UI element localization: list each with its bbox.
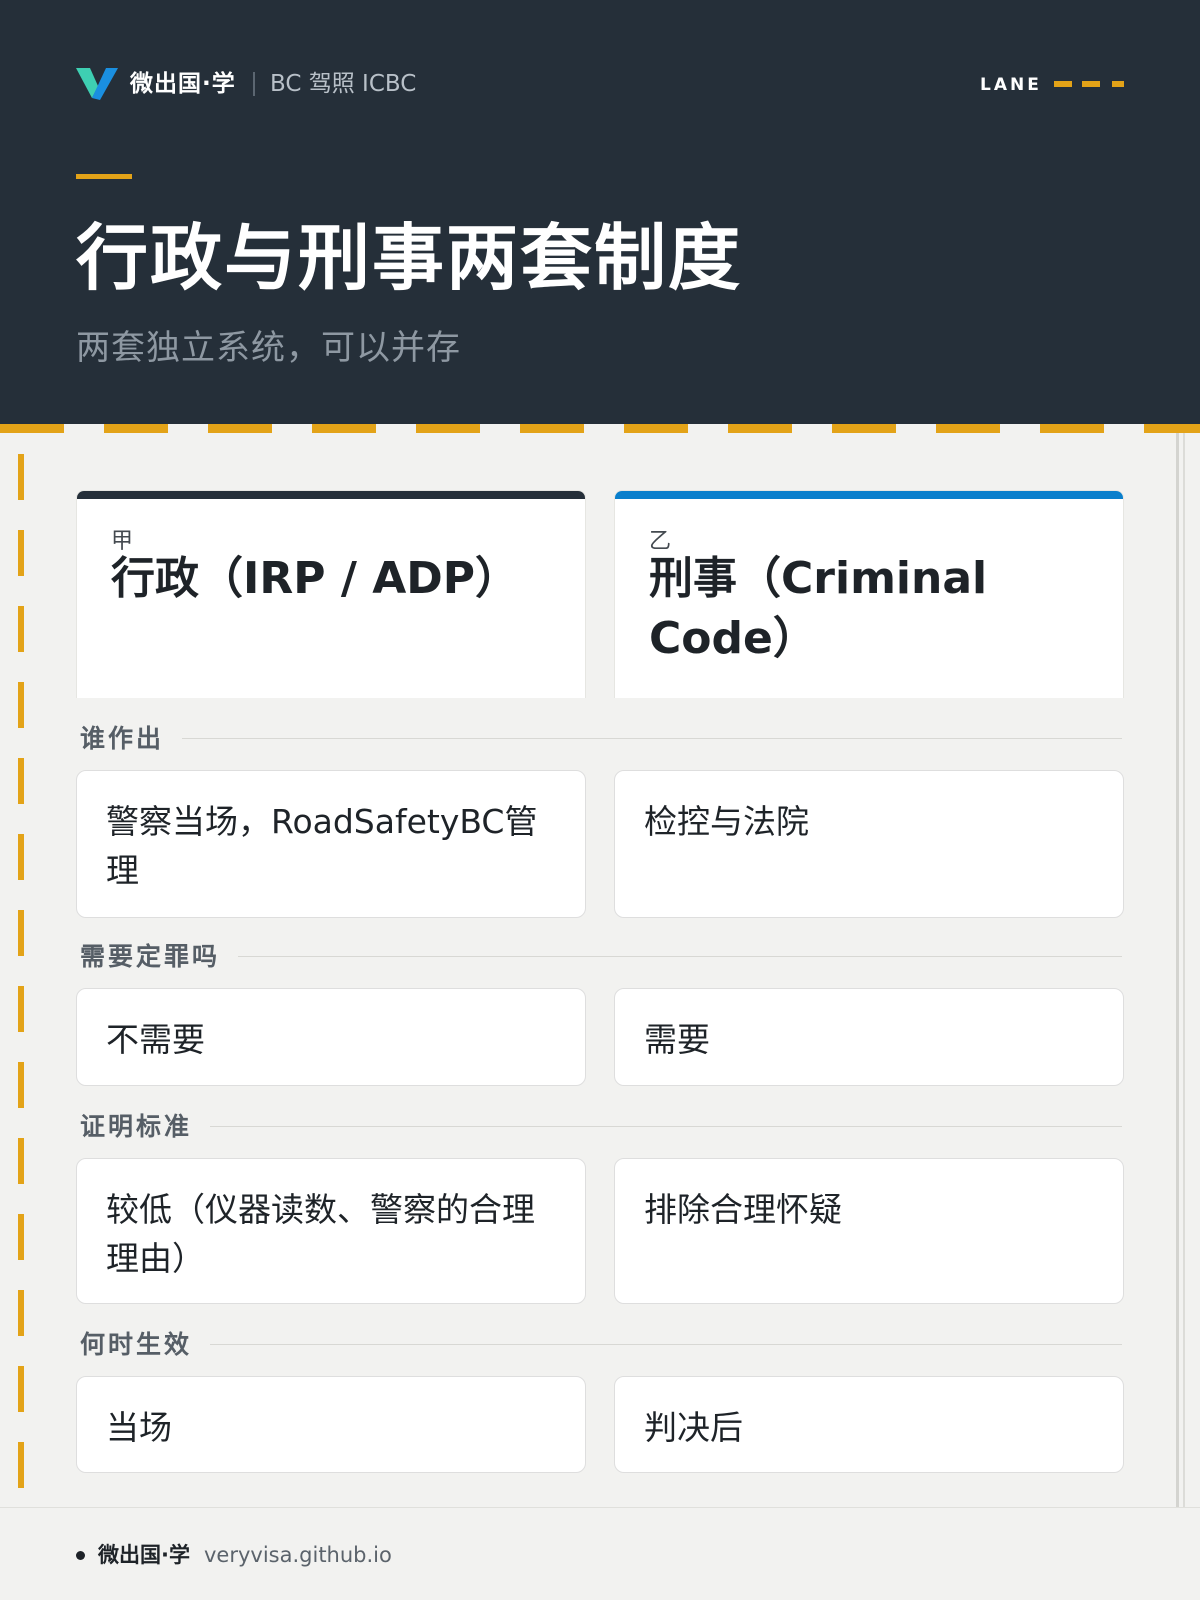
road-edge-line [1183,433,1185,1507]
lane-dash-icon [1082,81,1100,87]
section-divider [80,738,1122,739]
column-title: 行政（IRP / ADP） [111,553,520,604]
footer-divider [0,1507,1200,1508]
lane-dash-icon [1112,81,1124,87]
footer-url[interactable]: veryvisa.github.io [204,1540,392,1570]
row-label: 谁作出 [80,722,183,756]
column-title: 刑事（Criminal Code） [649,553,988,664]
brand-subtitle: BC 驾照 ICBC [270,71,417,97]
accent-bar [76,174,132,179]
column-color-bar [77,491,585,499]
cell-right: 检控与法院 [614,770,1124,918]
lane-marking [18,454,24,1494]
cell-left: 警察当场，RoadSafetyBC管理 [76,770,586,918]
column-color-bar [615,491,1123,499]
lane-label: LANE [980,75,1042,95]
section-divider [80,1126,1122,1127]
column-header-administrative: 甲 行政（IRP / ADP） [76,490,586,698]
page-subtitle: 两套独立系统，可以并存 [76,328,461,368]
section-divider [80,1344,1122,1345]
logo-icon [76,68,118,100]
cell-left: 当场 [76,1376,586,1473]
brand-divider [253,72,255,96]
lane-dash-icon [1054,81,1072,87]
row-label: 证明标准 [80,1110,211,1144]
cell-right: 判决后 [614,1376,1124,1473]
cell-right: 需要 [614,988,1124,1086]
cell-right: 排除合理怀疑 [614,1158,1124,1304]
bullet-icon [76,1551,85,1560]
cell-left: 较低（仪器读数、警察的合理理由） [76,1158,586,1304]
brand-name: 微出国·学 [130,71,236,97]
page-title: 行政与刑事两套制度 [76,216,743,300]
road-edge-line [1176,433,1179,1507]
row-label: 需要定罪吗 [80,940,239,974]
column-header-criminal: 乙 刑事（Criminal Code） [614,490,1124,698]
row-label: 何时生效 [80,1328,211,1362]
cell-left: 不需要 [76,988,586,1086]
footer-brand: 微出国·学 [98,1543,190,1567]
header: 微出国·学 BC 驾照 ICBC LANE 行政与刑事两套制度 两套独立系统，可… [0,0,1200,424]
road-stripe [0,424,1200,433]
